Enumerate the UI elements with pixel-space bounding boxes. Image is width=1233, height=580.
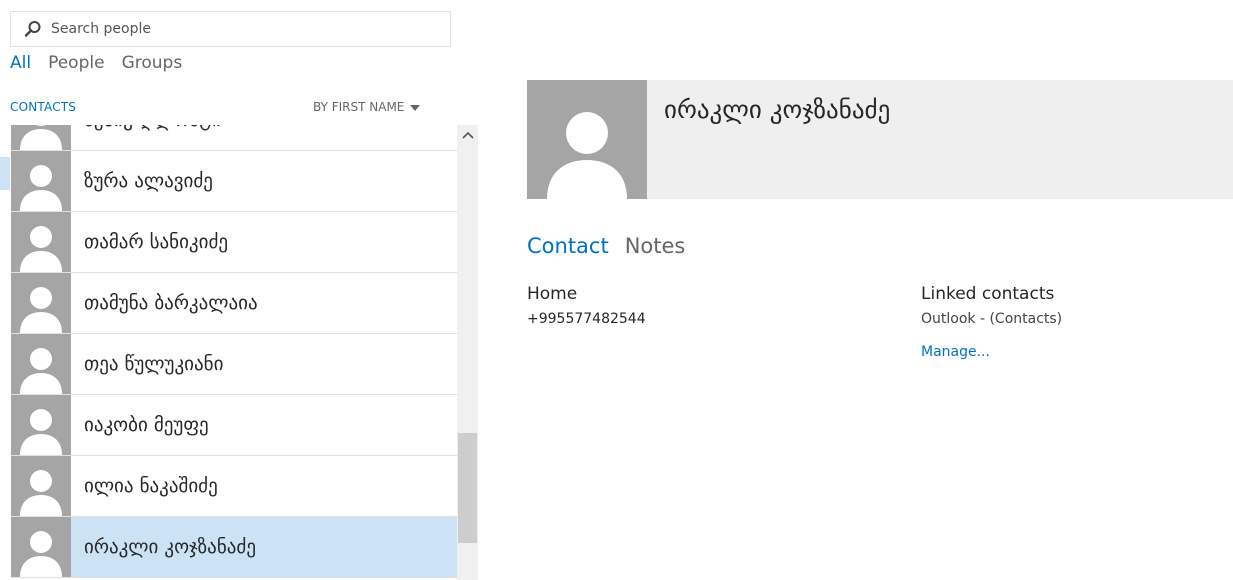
- phone-label: Home: [527, 284, 578, 304]
- contact-row[interactable]: თეა წულუკიანი: [11, 334, 457, 395]
- contact-row[interactable]: ილია ნაკაშიძე: [11, 456, 457, 517]
- person-silhouette-icon: [20, 226, 62, 272]
- contact-name: ილია ნაკაშიძე: [84, 475, 218, 497]
- avatar: [11, 212, 71, 272]
- filter-groups[interactable]: Groups: [122, 53, 183, 73]
- caret-down-icon: [410, 104, 421, 111]
- people-app: All People Groups CONTACTS BY FIRST NAME…: [0, 0, 1233, 580]
- contact-name-title: ირაკლი კოჯზანაძე: [664, 95, 891, 124]
- avatar: [11, 151, 71, 211]
- contact-list-inner: ბესიკ ღლონტი ზურა ალავიძე თამარ სანიკიძე თა…: [11, 125, 457, 578]
- search-input[interactable]: [51, 21, 450, 37]
- linked-contacts-source: Outlook - (Contacts): [921, 311, 1063, 327]
- detail-tabs: Contact Notes: [527, 234, 685, 258]
- scrollbar[interactable]: [457, 125, 478, 580]
- chevron-up-icon[interactable]: [457, 125, 478, 145]
- person-silhouette-icon: [547, 112, 627, 199]
- contact-row[interactable]: თამარ სანიკიძე: [11, 212, 457, 273]
- tab-notes[interactable]: Notes: [625, 234, 686, 258]
- contact-row[interactable]: იაკობი მეუფე: [11, 395, 457, 456]
- contact-name: ბესიკ ღლონტი: [84, 125, 221, 131]
- avatar: [11, 517, 71, 577]
- avatar: [11, 125, 71, 150]
- left-selection-marker: [0, 157, 10, 190]
- avatar: [11, 273, 71, 333]
- scroll-thumb[interactable]: [458, 433, 477, 543]
- person-silhouette-icon: [20, 470, 62, 516]
- contact-name: თამუნა ბარკალაია: [84, 292, 258, 314]
- manage-link[interactable]: Manage...: [921, 344, 990, 360]
- search-icon[interactable]: [24, 20, 42, 38]
- avatar: [527, 80, 647, 199]
- filter-people[interactable]: People: [48, 53, 104, 73]
- contact-list: ბესიკ ღლონტი ზურა ალავიძე თამარ სანიკიძე თა…: [11, 125, 457, 580]
- person-silhouette-icon: [20, 348, 62, 394]
- filter-all[interactable]: All: [10, 53, 31, 73]
- contact-name: ზურა ალავიძე: [84, 170, 213, 192]
- avatar: [11, 395, 71, 455]
- sort-dropdown[interactable]: BY FIRST NAME: [313, 100, 421, 114]
- contact-name: თეა წულუკიანი: [84, 353, 224, 375]
- linked-contacts-label: Linked contacts: [921, 284, 1055, 304]
- avatar: [11, 456, 71, 516]
- contact-row[interactable]: ზურა ალავიძე: [11, 151, 457, 212]
- contact-row[interactable]: თამუნა ბარკალაია: [11, 273, 457, 334]
- avatar: [11, 334, 71, 394]
- contact-header: ირაკლი კოჯზანაძე: [527, 80, 1233, 199]
- contact-name: ირაკლი კოჯზანაძე: [84, 536, 256, 558]
- phone-value[interactable]: +995577482544: [527, 311, 646, 327]
- contact-row[interactable]: ირაკლი კოჯზანაძე: [11, 517, 457, 578]
- sort-label: BY FIRST NAME: [313, 100, 405, 114]
- filter-tabs: All People Groups: [10, 53, 182, 73]
- contact-name: იაკობი მეუფე: [84, 414, 209, 436]
- person-silhouette-icon: [20, 125, 62, 150]
- contact-row[interactable]: ბესიკ ღლონტი: [11, 125, 457, 151]
- tab-contact[interactable]: Contact: [527, 234, 609, 258]
- person-silhouette-icon: [20, 165, 62, 211]
- contacts-section-label[interactable]: CONTACTS: [10, 100, 76, 114]
- person-silhouette-icon: [20, 287, 62, 333]
- person-silhouette-icon: [20, 409, 62, 455]
- person-silhouette-icon: [20, 531, 62, 577]
- contact-name: თამარ სანიკიძე: [84, 231, 229, 253]
- search-box[interactable]: [10, 11, 451, 47]
